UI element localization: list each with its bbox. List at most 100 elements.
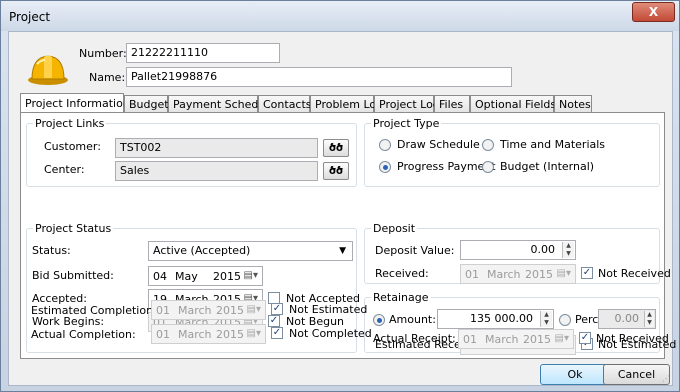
radio-percent[interactable] [559, 314, 571, 326]
deposit-value-input[interactable]: 0.00 ▲ ▼ [460, 240, 576, 260]
close-button[interactable]: X [632, 2, 675, 22]
title-bar[interactable]: Project X [1, 1, 679, 31]
tab-project-log[interactable]: Project Log [374, 95, 440, 113]
deposit-value-label: Deposit Value: [375, 244, 455, 257]
act-year: 2015 [216, 328, 244, 341]
amount-value: 135 000.00 [470, 312, 533, 325]
customer-field[interactable]: TST002 [115, 138, 318, 158]
project-status-title: Project Status [33, 222, 114, 235]
tab-contacts[interactable]: Contacts [258, 95, 312, 113]
tab-project-information[interactable]: Project Information [20, 93, 130, 113]
bid-submitted-date[interactable]: 04 May 2015 ▤▾ [148, 266, 263, 286]
tab-optional-fields[interactable]: Optional Fields [470, 95, 556, 113]
project-window: Project X Number: 21222211110 Name: Pall… [0, 0, 680, 392]
calendar-icon[interactable]: ▤▾ [557, 268, 571, 279]
dialog-body: Number: 21222211110 Name: Pallet21998876… [8, 31, 676, 386]
name-input[interactable]: Pallet21998876 [126, 67, 512, 87]
radio-amount[interactable] [373, 314, 385, 326]
resize-grip-icon[interactable]: ⋰ [662, 374, 670, 383]
amount-input[interactable]: 135 000.00 ▲ ▼ [437, 309, 554, 329]
tab-files[interactable]: Files [434, 95, 470, 113]
ok-button[interactable]: Ok [540, 364, 610, 385]
amount-spinner[interactable]: ▲ ▼ [540, 311, 552, 327]
project-type-group: Project Type Draw Schedule Time and Mate… [364, 117, 660, 187]
not-estimated-checkbox[interactable]: ✓ [271, 303, 283, 315]
center-label: Center: [44, 163, 85, 176]
calendar-icon[interactable]: ▤▾ [247, 304, 261, 315]
tab-problem-log[interactable]: Problem Log [310, 95, 383, 113]
deposit-received-date[interactable]: 01 March 2015 ▤▾ [460, 264, 576, 284]
ret-not-received-checkbox[interactable]: ✓ [579, 332, 591, 344]
project-links-title: Project Links [33, 117, 107, 130]
hard-hat-icon [28, 55, 68, 85]
est-day: 01 [156, 304, 170, 317]
tab-payment-schedule[interactable]: Payment Schedule [168, 95, 275, 113]
status-select[interactable]: Active (Accepted) ▼ [148, 241, 353, 261]
rec-year: 2015 [525, 268, 553, 281]
name-label: Name: [89, 71, 126, 84]
not-begun-checkbox[interactable]: ✓ [268, 315, 280, 327]
bid-day: 04 [153, 270, 167, 283]
amount-label: Amount: [389, 313, 436, 326]
retainage-title: Retainage [371, 291, 431, 304]
tab-panel-project-information: Project Links Customer: TST002 ծծ Center… [20, 112, 676, 359]
tab-notes[interactable]: Notes [554, 95, 592, 113]
budget-internal-label: Budget (Internal) [500, 160, 595, 173]
act-receipt-year: 2015 [523, 333, 551, 346]
time-materials-label: Time and Materials [500, 138, 606, 151]
est-year: 2015 [216, 304, 244, 317]
number-label: Number: [79, 47, 127, 60]
cancel-button[interactable]: Cancel [603, 364, 670, 385]
close-icon: X [648, 5, 659, 19]
deposit-not-received-label: Not Received [598, 267, 671, 280]
radio-progress-payment[interactable] [379, 161, 391, 173]
chevron-down-icon: ▼ [339, 246, 346, 256]
est-completion-date[interactable]: 01 March 2015 ▤▾ [151, 300, 266, 320]
rec-month: March [487, 268, 521, 281]
ret-not-received-label: Not Received [596, 332, 669, 345]
center-field[interactable]: Sales [115, 161, 318, 181]
progress-payment-label: Progress Payment [397, 160, 496, 173]
percent-spinner[interactable]: ▲ ▼ [644, 311, 654, 327]
act-receipt-month: March [485, 333, 519, 346]
percent-input[interactable]: 0.00 ▲ ▼ [598, 309, 656, 329]
window-title: Project [9, 10, 51, 24]
draw-schedule-label: Draw Schedule [397, 138, 480, 151]
act-day: 01 [156, 328, 170, 341]
status-label: Status: [32, 244, 71, 257]
number-input[interactable]: 21222211110 [126, 43, 280, 63]
act-completion-label: Actual Completion: [31, 328, 136, 341]
radio-draw-schedule[interactable] [379, 139, 391, 151]
binoculars-icon: ծծ [328, 141, 344, 154]
calendar-icon[interactable]: ▤▾ [247, 328, 261, 339]
est-completion-label: Estimated Completion: [31, 304, 157, 317]
percent-value: 0.00 [614, 312, 640, 325]
not-completed-checkbox[interactable]: ✓ [271, 327, 283, 339]
act-receipt-day: 01 [463, 333, 477, 346]
status-value: Active (Accepted) [153, 244, 251, 257]
calendar-icon[interactable]: ▤▾ [244, 270, 258, 281]
est-month: March [178, 304, 212, 317]
deposit-title: Deposit [371, 222, 418, 235]
tab-budget[interactable]: Budget [124, 95, 169, 113]
not-estimated-label: Not Estimated [289, 303, 368, 316]
project-links-group: Project Links Customer: TST002 ծծ Center… [26, 117, 357, 187]
act-completion-date[interactable]: 01 March 2015 ▤▾ [151, 324, 266, 344]
bid-submitted-label: Bid Submitted: [32, 269, 114, 282]
deposit-not-received-checkbox[interactable]: ✓ [581, 267, 593, 279]
center-lookup-button[interactable]: ծծ [323, 162, 349, 180]
project-type-title: Project Type [371, 117, 442, 130]
deposit-spinner[interactable]: ▲ ▼ [562, 242, 574, 258]
bid-year: 2015 [213, 270, 241, 283]
deposit-group: Deposit Deposit Value: 0.00 ▲ ▼ Received:… [364, 222, 671, 284]
not-completed-label: Not Completed [289, 327, 372, 340]
deposit-value: 0.00 [530, 243, 556, 256]
act-receipt-date[interactable]: 01 March 2015 ▤▾ [458, 329, 574, 349]
act-month: March [178, 328, 212, 341]
rec-day: 01 [465, 268, 479, 281]
customer-lookup-button[interactable]: ծծ [323, 139, 349, 157]
radio-time-materials[interactable] [482, 139, 494, 151]
binoculars-icon: ծծ [328, 164, 344, 177]
calendar-icon[interactable]: ▤▾ [555, 333, 569, 344]
radio-budget-internal[interactable] [482, 161, 494, 173]
